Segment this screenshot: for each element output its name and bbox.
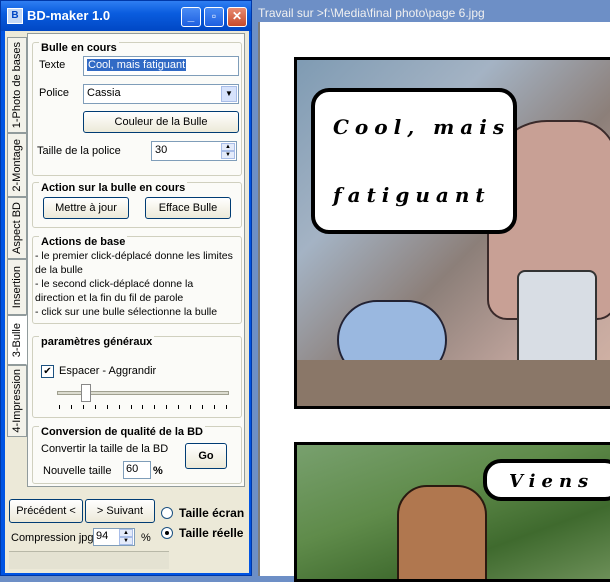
tab-photo-de-bases[interactable]: 1-Photo de bases <box>7 37 27 133</box>
vertical-tabs: 1-Photo de bases 2-Montage Aspect BD Ins… <box>7 35 27 455</box>
client-area: 1-Photo de bases 2-Montage Aspect BD Ins… <box>5 31 249 573</box>
app-icon: B <box>7 8 23 24</box>
instruction-line: - le second click-déplacé donne la <box>35 278 194 290</box>
tab-impression[interactable]: 4-Impression <box>7 365 27 437</box>
child-figure <box>397 485 487 579</box>
close-button[interactable]: ✕ <box>227 7 247 27</box>
texte-label: Texte <box>39 59 66 71</box>
viewer-area: Travail sur >f:\Media\final photo\page 6… <box>252 0 610 582</box>
tab-bulle[interactable]: 3-Bulle <box>7 315 27 365</box>
taille-police-stepper[interactable]: 30 ▲ ▼ <box>151 141 237 161</box>
table-figure <box>297 360 610 406</box>
taille-police-label: Taille de la police <box>37 145 121 157</box>
bubble-2-text: Viens <box>509 471 595 492</box>
mettre-a-jour-button[interactable]: Mettre à jour <box>43 197 129 219</box>
taille-reelle-radio[interactable] <box>161 527 173 539</box>
progress-bar <box>9 551 169 569</box>
action-bulle-group: Action sur la bulle en cours Mettre à jo… <box>32 182 242 228</box>
compression-stepper[interactable]: 94 ▲ ▼ <box>93 528 135 546</box>
couleur-bulle-button[interactable]: Couleur de la Bulle <box>83 111 239 133</box>
spin-up-icon[interactable]: ▲ <box>119 529 133 537</box>
viewer-title: Travail sur >f:\Media\final photo\page 6… <box>258 6 485 20</box>
instruction-line: - le premier click-déplacé donne les lim… <box>35 250 233 262</box>
bulle-en-cours-group: Bulle en cours Texte Cool, mais fatiguan… <box>32 42 242 176</box>
nouvelle-taille-input[interactable]: 60 <box>123 461 151 479</box>
precedent-button[interactable]: Précédent < <box>9 499 83 523</box>
speech-bubble-1[interactable]: Cool, mais fatiguant <box>311 88 517 234</box>
texte-input[interactable]: Cool, mais fatiguant <box>83 56 239 76</box>
tab-insertion[interactable]: Insertion <box>7 259 27 315</box>
spin-down-icon[interactable]: ▼ <box>221 151 235 159</box>
action-group-title: Action sur la bulle en cours <box>39 182 188 194</box>
params-group-title: paramètres généraux <box>39 336 155 348</box>
instruction-line: direction et la fin du fil de parole <box>35 292 184 304</box>
comic-page[interactable]: Cool, mais fatiguant Viens <box>258 22 610 582</box>
parametres-generaux-group: paramètres généraux ✔ Espacer - Aggrandi… <box>32 336 242 418</box>
police-label: Police <box>39 87 69 99</box>
speech-bubble-2[interactable]: Viens <box>483 459 610 501</box>
chevron-down-icon[interactable]: ▼ <box>221 86 237 102</box>
slider-thumb[interactable] <box>81 384 92 402</box>
minimize-button[interactable]: _ <box>181 7 201 27</box>
base-group-title: Actions de base <box>39 236 128 248</box>
instructions-text: - le premier click-déplacé donne les lim… <box>35 249 233 319</box>
efface-bulle-button[interactable]: Efface Bulle <box>145 197 231 219</box>
title-bar[interactable]: B BD-maker 1.0 _ ▫ ✕ <box>1 1 251 31</box>
tab-montage[interactable]: 2-Montage <box>7 133 27 197</box>
bulle-group-title: Bulle en cours <box>39 42 119 54</box>
bubble-1-line-1: Cool, mais <box>333 115 511 139</box>
maximize-button[interactable]: ▫ <box>204 7 224 27</box>
window-title: BD-maker 1.0 <box>27 8 111 23</box>
percent-label: % <box>153 465 163 477</box>
slider-ticks <box>59 405 227 409</box>
tab-aspect-bd[interactable]: Aspect BD <box>7 197 27 259</box>
actions-de-base-group: Actions de base - le premier click-dépla… <box>32 236 242 324</box>
bubble-1-line-2: fatiguant <box>333 183 491 207</box>
taille-police-value: 30 <box>155 144 168 156</box>
spin-up-icon[interactable]: ▲ <box>221 143 235 151</box>
instruction-line: - click sur une bulle sélectionne la bul… <box>35 306 218 318</box>
app-window: B BD-maker 1.0 _ ▫ ✕ 1-Photo de bases 2-… <box>0 0 252 576</box>
bulle-panel: Bulle en cours Texte Cool, mais fatiguan… <box>27 33 245 487</box>
go-button[interactable]: Go <box>185 443 227 469</box>
comic-panel-1[interactable]: Cool, mais fatiguant <box>294 57 610 409</box>
espacer-label: Espacer - Aggrandir <box>59 365 157 377</box>
comic-panel-2[interactable]: Viens <box>294 442 610 582</box>
espacer-checkbox[interactable]: ✔ <box>41 365 54 378</box>
taille-ecran-radio[interactable] <box>161 507 173 519</box>
compression-label: Compression jpg <box>11 532 94 544</box>
police-dropdown[interactable]: Cassia ▼ <box>83 84 239 104</box>
police-value: Cassia <box>87 87 121 99</box>
compression-value: 94 <box>96 530 109 542</box>
instruction-line: de la bulle <box>35 264 83 276</box>
convertir-label: Convertir la taille de la BD <box>41 443 169 455</box>
nouvelle-taille-label: Nouvelle taille <box>43 465 112 477</box>
suivant-button[interactable]: > Suivant <box>85 499 155 523</box>
taille-ecran-label: Taille écran <box>179 506 245 520</box>
texte-value: Cool, mais fatiguant <box>87 59 187 71</box>
spin-down-icon[interactable]: ▼ <box>119 537 133 545</box>
conversion-group: Conversion de qualité de la BD Convertir… <box>32 426 242 484</box>
taille-reelle-label: Taille réelle <box>179 526 244 540</box>
compression-percent: % <box>141 532 151 544</box>
conversion-group-title: Conversion de qualité de la BD <box>39 426 205 438</box>
